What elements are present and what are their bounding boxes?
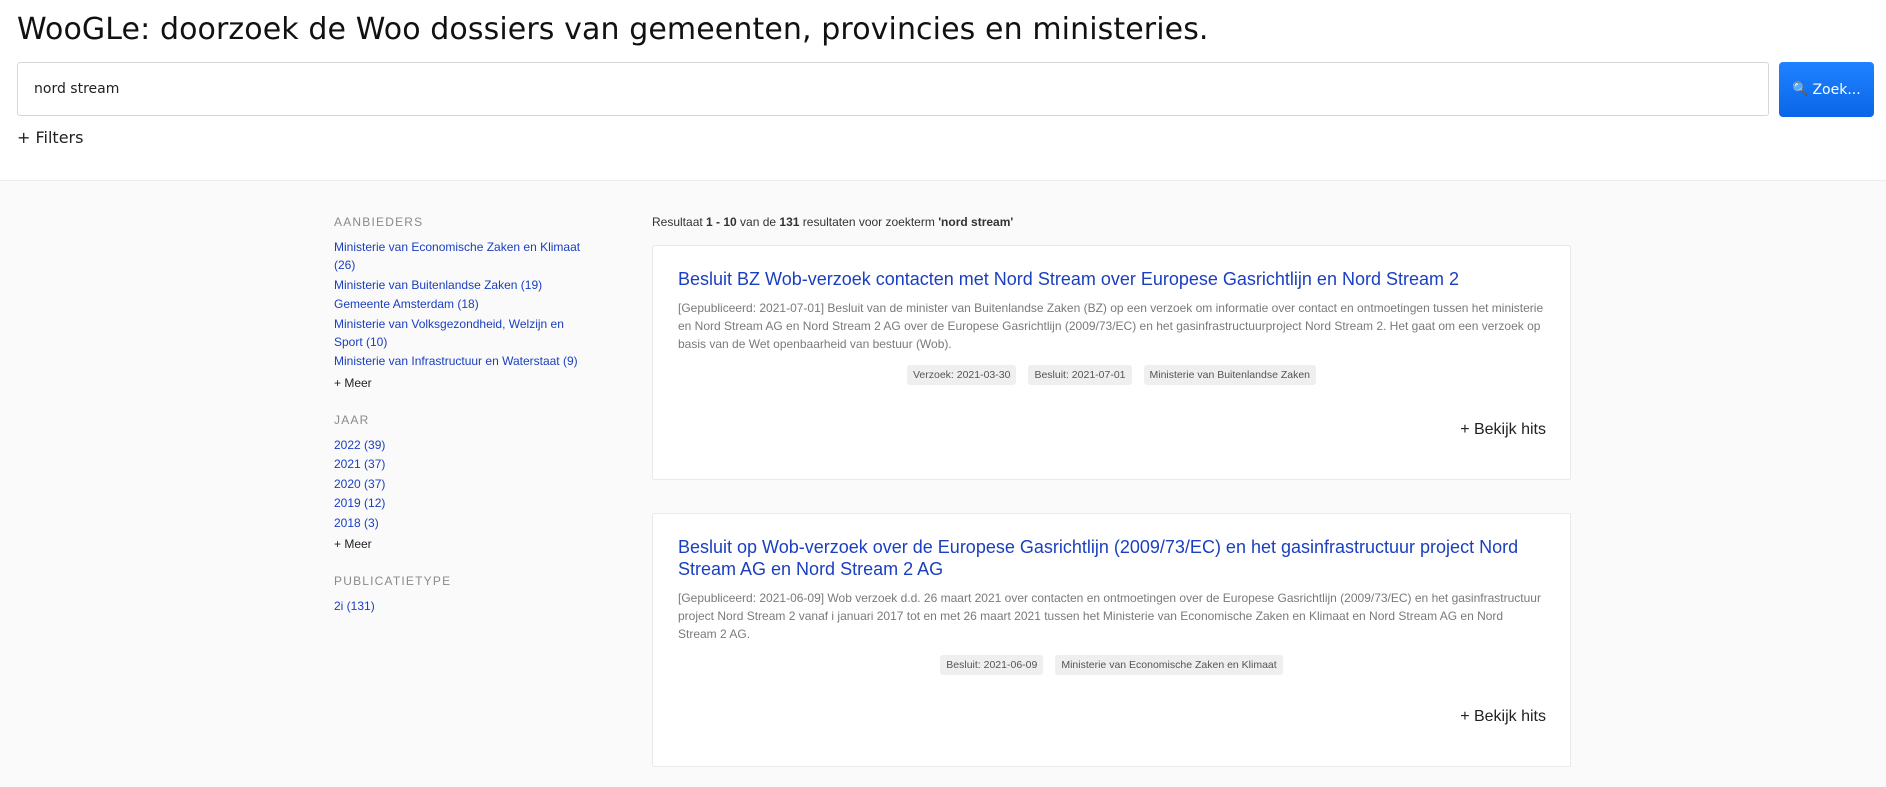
facet-item[interactable]: 2021 (37) <box>334 455 594 473</box>
page-title: WooGLe: doorzoek de Woo dossiers van gem… <box>17 12 1209 47</box>
facet-group-aanbieders: AANBIEDERS Ministerie van Economische Za… <box>334 215 594 391</box>
facet-list: 2i (131) <box>334 597 594 615</box>
facet-list: 2022 (39) 2021 (37) 2020 (37) 2019 (12) … <box>334 436 594 532</box>
view-hits-button[interactable]: + Bekijk hits <box>1460 421 1546 439</box>
tag-badge: Besluit: 2021-06-09 <box>940 655 1044 675</box>
facet-item[interactable]: 2020 (37) <box>334 475 594 493</box>
filters-toggle[interactable]: + Filters <box>17 128 83 147</box>
facet-list: Ministerie van Economische Zaken en Klim… <box>334 238 594 370</box>
summary-prefix: Resultaat <box>652 215 707 229</box>
facet-item[interactable]: Ministerie van Economische Zaken en Klim… <box>334 238 594 274</box>
search-input[interactable] <box>17 62 1769 116</box>
facet-item[interactable]: 2i (131) <box>334 597 594 615</box>
facet-item[interactable]: Ministerie van Volksgezondheid, Welzijn … <box>334 315 594 351</box>
facet-group-publicatietype: PUBLICATIETYPE 2i (131) <box>334 574 594 615</box>
summary-suffix: resultaten voor zoekterm <box>799 215 939 229</box>
facet-item[interactable]: 2022 (39) <box>334 436 594 454</box>
facet-more-button[interactable]: + Meer <box>334 376 372 390</box>
result-title-link[interactable]: Besluit BZ Wob-verzoek contacten met Nor… <box>678 268 1545 290</box>
tag-badge: Ministerie van Economische Zaken en Klim… <box>1055 655 1283 675</box>
result-card: Besluit BZ Wob-verzoek contacten met Nor… <box>652 245 1571 480</box>
facet-heading: AANBIEDERS <box>334 215 424 229</box>
tag-badge: Verzoek: 2021-03-30 <box>906 365 1017 385</box>
tag-badge: Besluit: 2021-07-01 <box>1028 365 1132 385</box>
tag-badge: Ministerie van Buitenlandse Zaken <box>1143 365 1317 385</box>
facet-item[interactable]: Gemeente Amsterdam (18) <box>334 295 594 313</box>
summary-mid: van de <box>736 215 780 229</box>
facet-item[interactable]: Ministerie van Buitenlandse Zaken (19) <box>334 276 594 294</box>
result-snippet: [Gepubliceerd: 2021-06-09] Wob verzoek d… <box>678 591 1541 641</box>
facet-item[interactable]: Ministerie van Infrastructuur en Waterst… <box>334 352 594 370</box>
facet-group-jaar: JAAR 2022 (39) 2021 (37) 2020 (37) 2019 … <box>334 413 594 553</box>
summary-total: 131 <box>779 215 800 229</box>
search-button[interactable]: 🔍 Zoek... <box>1779 62 1874 117</box>
facet-item[interactable]: 2018 (3) <box>334 514 594 532</box>
facet-heading: JAAR <box>334 412 370 427</box>
summary-query: 'nord stream' <box>938 215 1014 229</box>
view-hits-button[interactable]: + Bekijk hits <box>1460 708 1546 726</box>
summary-range: 1 - 10 <box>706 215 737 229</box>
result-card: Besluit op Wob-verzoek over de Europese … <box>652 513 1571 767</box>
facet-more-button[interactable]: + Meer <box>334 537 372 551</box>
facet-item[interactable]: 2019 (12) <box>334 494 594 512</box>
header: WooGLe: doorzoek de Woo dossiers van gem… <box>0 0 1886 181</box>
result-snippet: [Gepubliceerd: 2021-07-01] Besluit van d… <box>678 301 1544 351</box>
result-tags: Verzoek: 2021-03-30 Besluit: 2021-07-01 … <box>678 365 1545 385</box>
results-list: Resultaat 1 - 10 van de 131 resultaten v… <box>652 215 1571 767</box>
result-title-link[interactable]: Besluit op Wob-verzoek over de Europese … <box>678 536 1545 580</box>
result-summary: Resultaat 1 - 10 van de 131 resultaten v… <box>652 215 1571 229</box>
magnifier-icon: 🔍 <box>1792 82 1809 97</box>
facet-sidebar: AANBIEDERS Ministerie van Economische Za… <box>334 215 594 637</box>
facet-heading: PUBLICATIETYPE <box>334 574 452 588</box>
search-button-label: Zoek... <box>1812 81 1861 98</box>
result-tags: Besluit: 2021-06-09 Ministerie van Econo… <box>678 655 1545 675</box>
